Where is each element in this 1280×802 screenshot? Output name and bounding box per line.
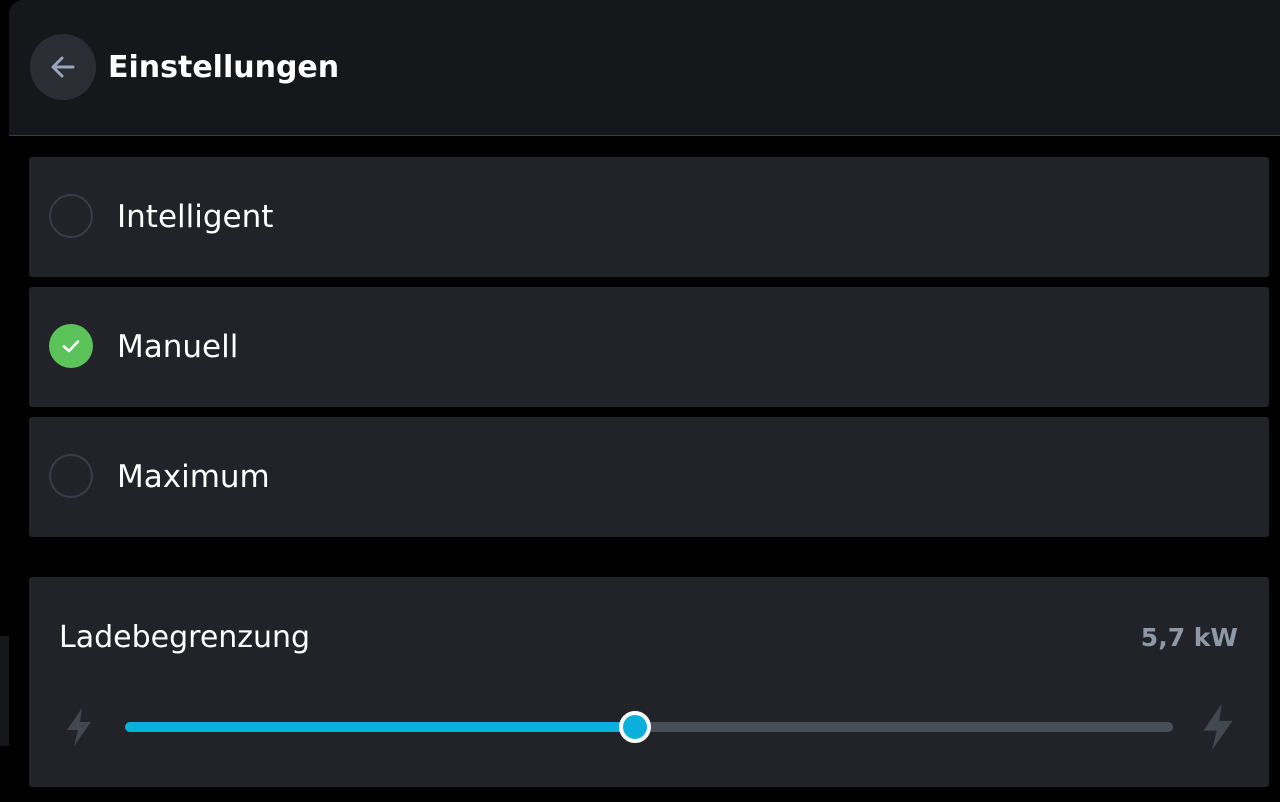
radio-unchecked[interactable]	[49, 194, 93, 238]
charge-limit-slider[interactable]	[125, 707, 1173, 747]
bolt-icon	[67, 708, 91, 746]
charge-limit-title: Ladebegrenzung	[59, 620, 311, 655]
mode-option-manuell[interactable]: Manuell	[29, 287, 1269, 407]
mode-label: Intelligent	[117, 199, 274, 235]
charge-limit-value: 5,7 kW	[1140, 623, 1238, 652]
arrow-left-icon	[51, 56, 75, 78]
back-button[interactable]	[30, 34, 96, 100]
checkmark-icon	[62, 340, 80, 353]
slider-fill	[125, 722, 635, 732]
radio-unchecked[interactable]	[49, 454, 93, 498]
mode-option-maximum[interactable]: Maximum	[29, 417, 1269, 537]
app: Einstellungen Intelligent Manuell Maximu…	[0, 0, 1280, 802]
side-panel-edge	[0, 636, 9, 746]
mode-label: Manuell	[117, 329, 239, 365]
radio-checked[interactable]	[49, 324, 93, 368]
charge-limit-card: Ladebegrenzung 5,7 kW	[29, 577, 1269, 787]
mode-option-intelligent[interactable]: Intelligent	[29, 157, 1269, 277]
bolt-icon	[1203, 703, 1233, 751]
mode-label: Maximum	[117, 459, 270, 495]
slider-thumb[interactable]	[619, 711, 651, 743]
page-title: Einstellungen	[108, 50, 340, 85]
header: Einstellungen	[9, 0, 1280, 136]
